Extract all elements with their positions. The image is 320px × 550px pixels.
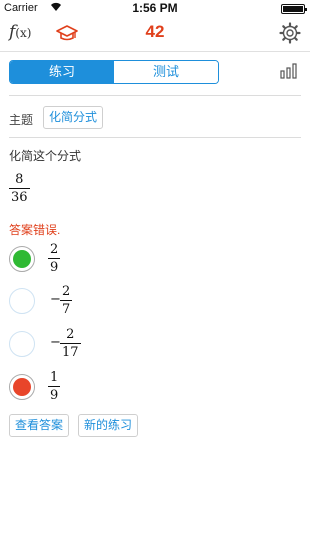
answer-option-radio[interactable]: [9, 331, 35, 357]
answer-option-fraction: 2 9: [48, 242, 61, 275]
fraction-bar: [60, 343, 81, 344]
new-practice-button[interactable]: 新的练习: [78, 414, 138, 437]
fraction-denominator: 9: [50, 260, 59, 275]
gear-icon[interactable]: [279, 22, 301, 44]
fraction-numerator: 8: [15, 172, 24, 187]
answer-option-radio[interactable]: [9, 246, 35, 272]
status-time: 1:56 PM: [132, 1, 178, 15]
mode-segmented-control: 练习 测试: [9, 60, 219, 84]
score-counter: 42: [145, 22, 165, 41]
divider: [9, 137, 301, 138]
fraction-numerator: 2: [62, 284, 71, 299]
fraction-numerator: 1: [50, 370, 59, 385]
fraction-bar: [9, 188, 30, 189]
answer-option-radio[interactable]: [9, 288, 35, 314]
question-fraction: 8 36: [9, 172, 30, 205]
fraction-numerator: 2: [66, 327, 75, 342]
topic-chip[interactable]: 化简分式: [43, 106, 103, 129]
status-bar: Carrier 1:56 PM: [0, 0, 310, 16]
fraction-denominator: 36: [11, 190, 28, 205]
tab-practice[interactable]: 练习: [10, 61, 114, 83]
divider: [9, 95, 301, 96]
topic-label: 主题: [9, 113, 34, 127]
fraction-numerator: 2: [50, 242, 59, 257]
bar-chart-icon[interactable]: [280, 63, 298, 79]
tab-test[interactable]: 测试: [114, 61, 218, 83]
feedback-message: 答案错误.: [9, 223, 61, 237]
view-answer-button[interactable]: 查看答案: [9, 414, 69, 437]
answer-option-fraction: 1 9: [48, 370, 61, 403]
fraction-bar: [48, 258, 61, 259]
fraction-bar: [60, 300, 73, 301]
answer-option-fraction: 2 7: [60, 284, 73, 317]
answer-option-radio[interactable]: [9, 374, 35, 400]
fraction-denominator: 7: [62, 302, 71, 317]
fraction-denominator: 9: [50, 388, 59, 403]
battery-icon: [281, 4, 307, 14]
answer-option-fraction: 2 17: [60, 327, 81, 360]
fraction-bar: [48, 386, 61, 387]
nav-bar: f(x) 42: [0, 16, 310, 52]
fraction-denominator: 17: [62, 345, 79, 360]
question-prompt: 化简这个分式: [9, 149, 82, 163]
